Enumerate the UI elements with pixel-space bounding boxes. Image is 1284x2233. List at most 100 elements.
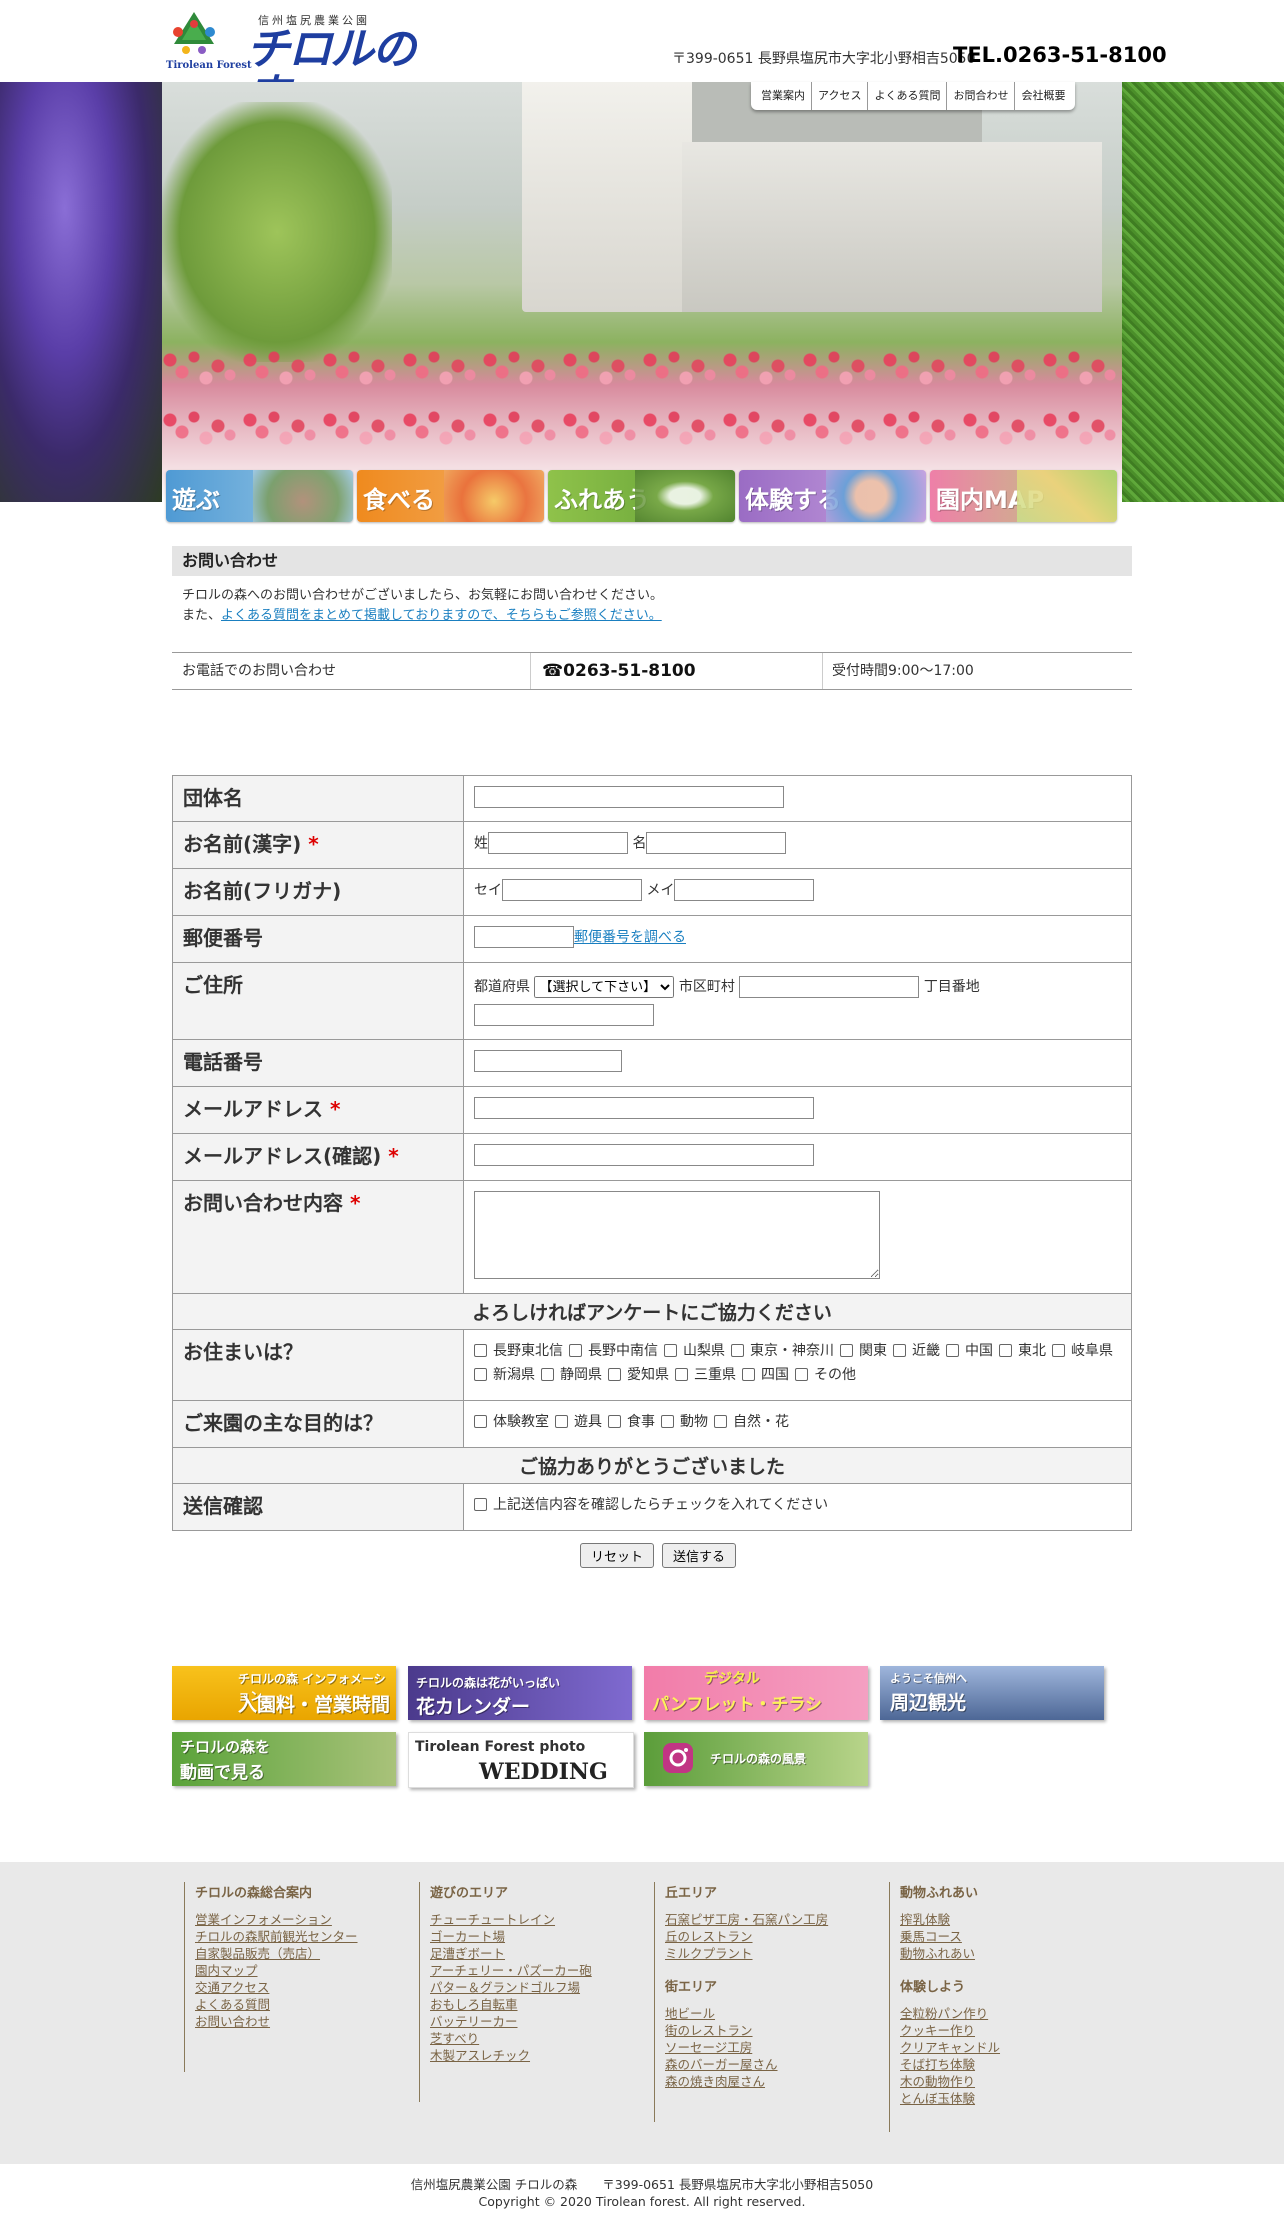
banner-flower-calendar[interactable]: チロルの森は花がいっぱい 花カレンダー: [408, 1666, 632, 1720]
footer-link[interactable]: 乗馬コース: [900, 1928, 1000, 1945]
footer-link[interactable]: おもしろ自転車: [430, 1996, 592, 2013]
purpose-option[interactable]: 動物: [661, 1411, 708, 1431]
footer-link[interactable]: 地ビール: [665, 2005, 828, 2022]
banner-sightseeing[interactable]: ようこそ信州へ 周辺観光: [880, 1666, 1104, 1720]
phone-input[interactable]: [474, 1050, 622, 1072]
residence-option[interactable]: 長野中南信: [569, 1340, 658, 1360]
footer-link[interactable]: そば打ち体験: [900, 2056, 1000, 2073]
footer-link[interactable]: クッキー作り: [900, 2022, 1000, 2039]
residence-option-label: その他: [814, 1367, 856, 1383]
banner-wedding[interactable]: Tirolean Forest photo WEDDING: [408, 1732, 634, 1788]
footer-link[interactable]: 木製アスレチック: [430, 2047, 592, 2064]
reset-button[interactable]: リセット: [580, 1543, 655, 1568]
address-label: ご住所: [172, 962, 464, 1040]
residence-option[interactable]: 岐阜県: [1052, 1340, 1113, 1360]
residence-option[interactable]: 関東: [840, 1340, 887, 1360]
topnav-access[interactable]: アクセス: [812, 82, 869, 110]
faq-link[interactable]: よくある質問をまとめて掲載しておりますので、そちらもご参照ください。: [221, 608, 662, 623]
residence-option[interactable]: 山梨県: [664, 1340, 725, 1360]
residence-option[interactable]: 近畿: [893, 1340, 940, 1360]
residence-option[interactable]: 四国: [742, 1364, 789, 1384]
topnav-business-info[interactable]: 営業案内: [755, 82, 812, 110]
street-input[interactable]: [474, 1003, 654, 1026]
purpose-option[interactable]: 自然・花: [714, 1411, 789, 1431]
topnav-contact[interactable]: お問合わせ: [947, 82, 1016, 110]
footer-link[interactable]: 木の動物作り: [900, 2073, 1000, 2090]
survey-heading: よろしければアンケートにご協力ください: [172, 1293, 1132, 1330]
confirm-checkbox[interactable]: 上記送信内容を確認したらチェックを入れてください: [474, 1494, 828, 1514]
residence-option[interactable]: 静岡県: [541, 1364, 602, 1384]
footer-link[interactable]: 街のレストラン: [665, 2022, 828, 2039]
org-input[interactable]: [474, 786, 784, 808]
footer-link[interactable]: バッテリーカー: [430, 2013, 592, 2030]
copyright-text: Copyright © 2020 Tirolean forest. All ri…: [478, 2194, 806, 2209]
footer-link[interactable]: 石窯ピザ工房・石窯パン工房: [665, 1911, 828, 1928]
footer-link[interactable]: 園内マップ: [195, 1962, 358, 1979]
residence-option-label: 静岡県: [560, 1367, 602, 1383]
residence-option[interactable]: 愛知県: [608, 1364, 669, 1384]
footer-link[interactable]: ミルクプラント: [665, 1945, 828, 1962]
banner-instagram[interactable]: チロルの森の風景: [644, 1732, 868, 1786]
residence-option[interactable]: 中国: [946, 1340, 993, 1360]
category-experience[interactable]: 体験する: [739, 470, 926, 522]
footer-link[interactable]: よくある質問: [195, 1996, 358, 2013]
footer-link[interactable]: パター＆グランドゴルフ場: [430, 1979, 592, 1996]
purpose-option[interactable]: 遊具: [555, 1411, 602, 1431]
footer-link[interactable]: チューチュートレイン: [430, 1911, 592, 1928]
zip-input[interactable]: [474, 926, 574, 948]
mei-kana-input[interactable]: [674, 879, 815, 901]
inquiry-textarea[interactable]: [474, 1191, 880, 1279]
residence-option-label: 岐阜県: [1071, 1343, 1113, 1359]
category-play[interactable]: 遊ぶ: [166, 470, 353, 522]
footer-link[interactable]: 全粒粉パン作り: [900, 2005, 1000, 2022]
footer-link[interactable]: 丘のレストラン: [665, 1928, 828, 1945]
residence-option[interactable]: 東北: [999, 1340, 1046, 1360]
purpose-option[interactable]: 食事: [608, 1411, 655, 1431]
footer-col-play: 遊びのエリア チューチュートレイン ゴーカート場 足漕ぎボート アーチェリー・パ…: [419, 1882, 592, 2102]
mei-input[interactable]: [646, 832, 787, 854]
footer-link[interactable]: とんぼ玉体験: [900, 2090, 1000, 2107]
city-input[interactable]: [739, 975, 920, 998]
top-navigation: 営業案内 アクセス よくある質問 お問合わせ 会社概要: [751, 82, 1076, 110]
footer-link[interactable]: 動物ふれあい: [900, 1945, 1000, 1962]
residence-option[interactable]: 新潟県: [474, 1364, 535, 1384]
zip-lookup-link[interactable]: 郵便番号を調べる: [574, 930, 686, 946]
footer-link[interactable]: 自家製品販売（売店）: [195, 1945, 358, 1962]
footer-link[interactable]: 交通アクセス: [195, 1979, 358, 1996]
footer-link[interactable]: 営業インフォメーション: [195, 1911, 358, 1928]
banner-video[interactable]: チロルの森を 動画で見る: [172, 1732, 396, 1786]
banner-pamphlet[interactable]: デジタル パンフレット・チラシ: [644, 1666, 868, 1720]
pref-select[interactable]: 【選択して下さい】: [534, 975, 675, 998]
residence-option-label: 新潟県: [493, 1367, 535, 1383]
topnav-faq[interactable]: よくある質問: [868, 82, 948, 110]
email-input[interactable]: [474, 1097, 814, 1119]
footer-link[interactable]: ソーセージ工房: [665, 2039, 828, 2056]
footer-link[interactable]: クリアキャンドル: [900, 2039, 1000, 2056]
residence-option[interactable]: 三重県: [675, 1364, 736, 1384]
category-touch[interactable]: ふれあう: [548, 470, 735, 522]
residence-option[interactable]: 東京・神奈川: [731, 1340, 834, 1360]
purpose-option[interactable]: 体験教室: [474, 1411, 549, 1431]
sei-input[interactable]: [488, 832, 628, 854]
category-map[interactable]: 園内MAP: [930, 470, 1117, 522]
sei-kana-input[interactable]: [502, 879, 642, 901]
footer-link[interactable]: 森のバーガー屋さん: [665, 2056, 828, 2073]
footer-link[interactable]: 森の焼き肉屋さん: [665, 2073, 828, 2090]
residence-option[interactable]: その他: [795, 1364, 856, 1384]
footer-link[interactable]: アーチェリー・パズーカー砲: [430, 1962, 592, 1979]
footer-link[interactable]: チロルの森駅前観光センター: [195, 1928, 358, 1945]
topnav-company[interactable]: 会社概要: [1015, 82, 1071, 110]
footer-link[interactable]: お問い合わせ: [195, 2013, 358, 2030]
category-eat[interactable]: 食べる: [357, 470, 544, 522]
footer-link[interactable]: 足漕ぎボート: [430, 1945, 592, 1962]
email-label: メールアドレス *: [172, 1086, 464, 1134]
site-logo[interactable]: 信州塩尻農業公園 チロルの森 Tirolean Forest: [166, 6, 426, 122]
residence-option-label: 長野東北信: [493, 1343, 563, 1359]
footer-link[interactable]: ゴーカート場: [430, 1928, 592, 1945]
banner-info[interactable]: チロルの森 インフォメーション 入園料・営業時間: [172, 1666, 396, 1720]
footer-link[interactable]: 芝すべり: [430, 2030, 592, 2047]
email-confirm-input[interactable]: [474, 1144, 814, 1166]
footer-link[interactable]: 搾乳体験: [900, 1911, 1000, 1928]
submit-button[interactable]: 送信する: [662, 1543, 737, 1568]
residence-option[interactable]: 長野東北信: [474, 1340, 563, 1360]
